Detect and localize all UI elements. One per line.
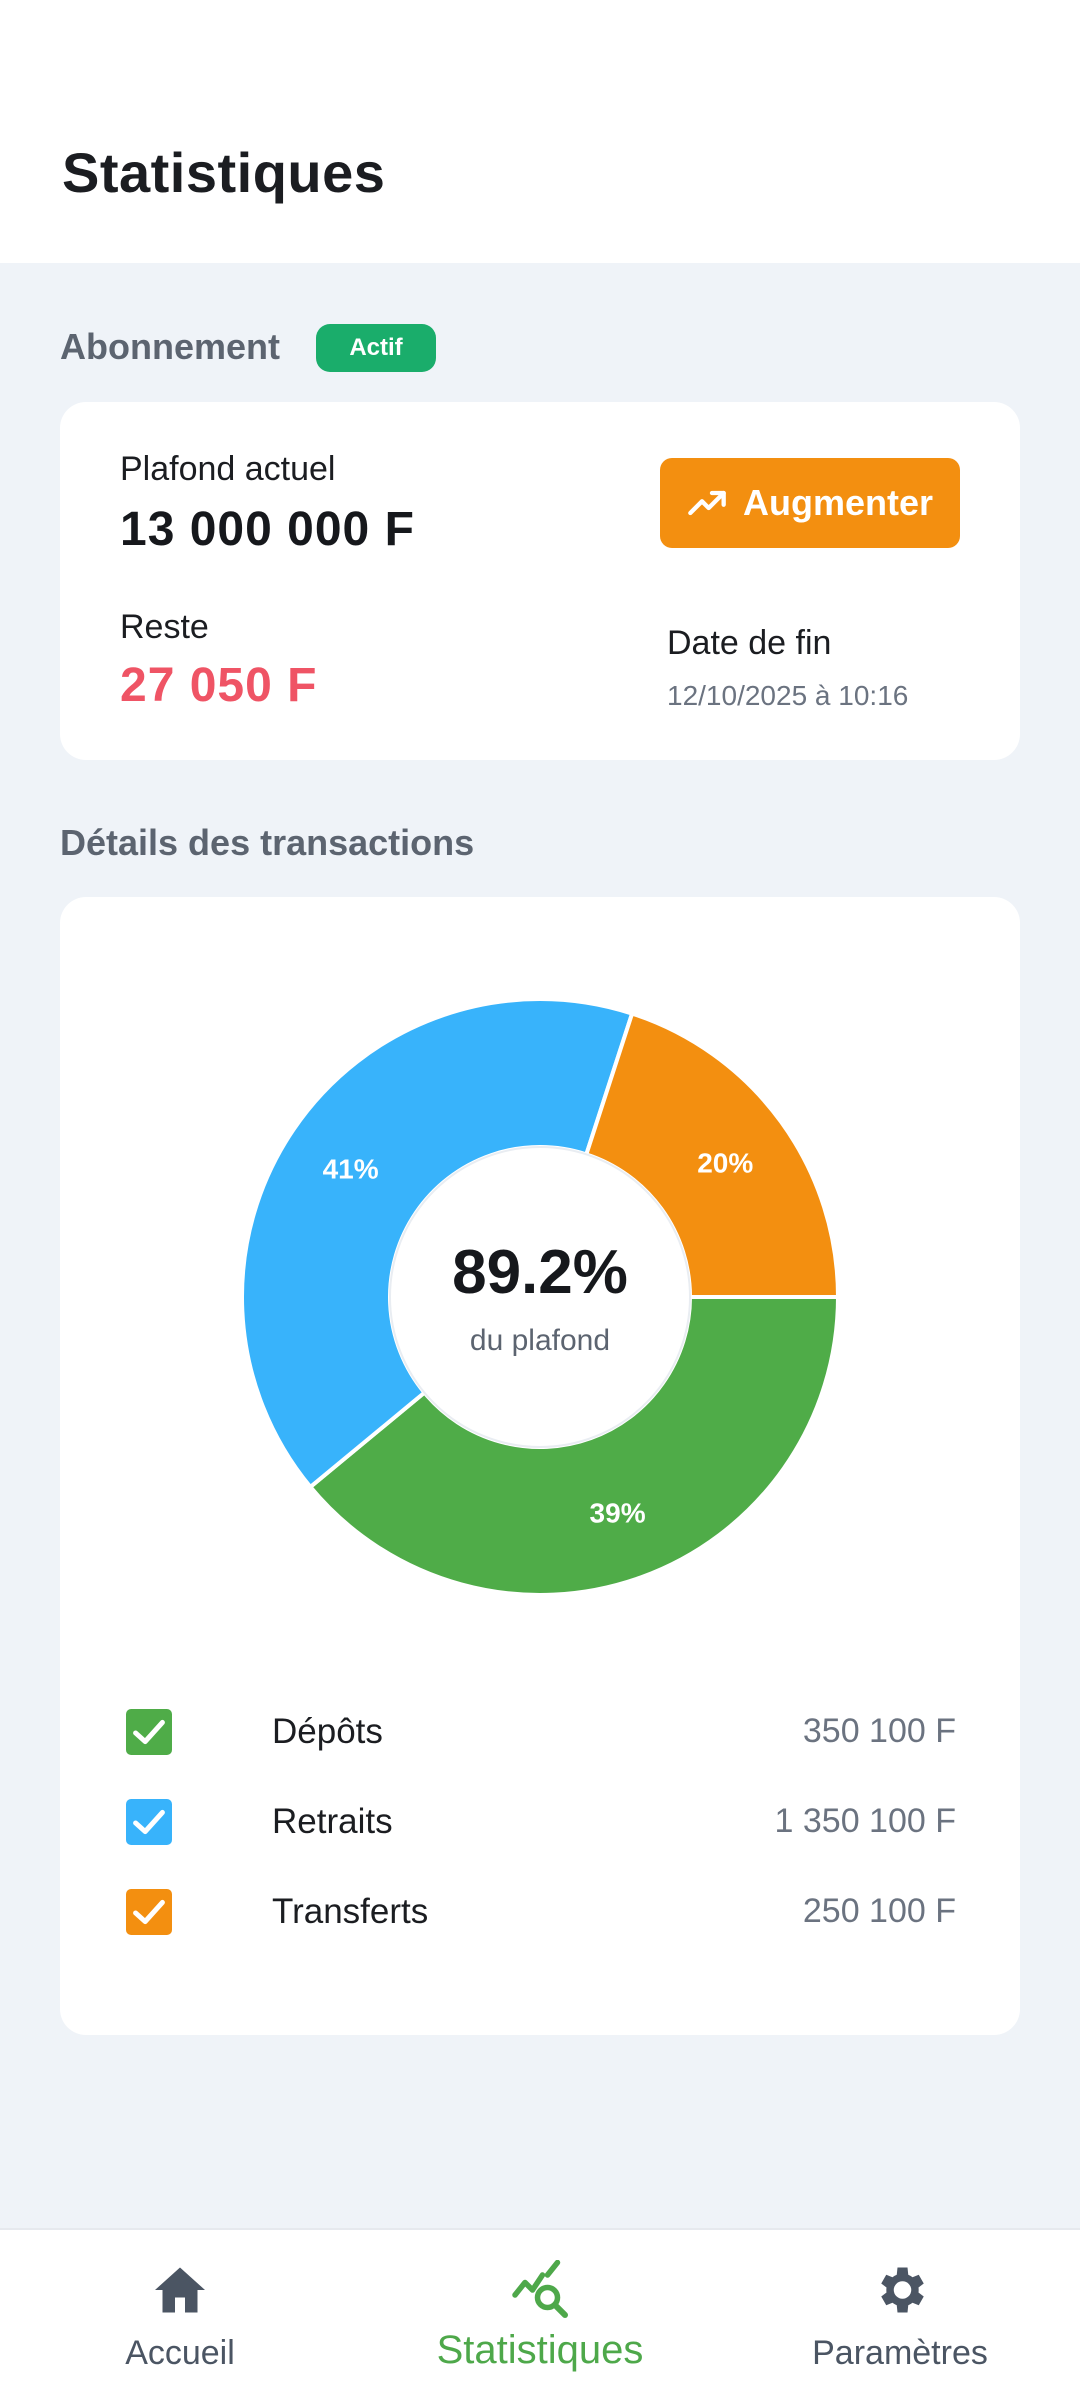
legend-item-depots[interactable]: Dépôts 350 100 F bbox=[126, 1702, 956, 1762]
nav-item-parametres[interactable]: Paramètres bbox=[720, 2230, 1080, 2402]
subscription-section-title: Abonnement bbox=[60, 326, 280, 367]
donut-slice-label: 20% bbox=[697, 1147, 753, 1178]
legend-label: Retraits bbox=[272, 1802, 393, 1841]
remaining-value: 27 050 F bbox=[120, 659, 318, 712]
transactions-card: 39% 41% 20% 89.2% du plafond Dépôts 350 10… bbox=[60, 897, 1020, 2035]
home-icon bbox=[155, 2267, 205, 2313]
increase-button-label: Augmenter bbox=[742, 482, 934, 523]
donut-center-label: du plafond bbox=[470, 1324, 610, 1357]
legend-label: Dépôts bbox=[272, 1712, 383, 1751]
legend-value: 1 350 100 F bbox=[774, 1802, 956, 1840]
legend-label: Transferts bbox=[272, 1892, 429, 1931]
trending-up-icon bbox=[688, 490, 726, 516]
ceiling-value: 13 000 000 F bbox=[120, 503, 415, 556]
legend-checkbox[interactable] bbox=[126, 1889, 172, 1935]
legend-item-retraits[interactable]: Retraits 1 350 100 F bbox=[126, 1792, 956, 1852]
legend-checkbox[interactable] bbox=[126, 1709, 172, 1755]
status-badge: Actif bbox=[316, 324, 436, 372]
app-header: Statistiques bbox=[0, 0, 1080, 263]
transactions-section-title: Détails des transactions bbox=[60, 822, 475, 863]
legend-checkbox[interactable] bbox=[126, 1799, 172, 1845]
check-icon bbox=[133, 1899, 165, 1925]
donut-center-value: 89.2% bbox=[452, 1238, 628, 1307]
donut-slice-label: 41% bbox=[323, 1153, 379, 1184]
donut-chart: 39% 41% 20% 89.2% du plafond bbox=[240, 997, 840, 1597]
legend-value: 350 100 F bbox=[802, 1712, 956, 1750]
end-date-value: 12/10/2025 à 10:16 bbox=[667, 680, 909, 711]
page-title: Statistiques bbox=[62, 141, 386, 204]
remaining-label: Reste bbox=[120, 608, 209, 646]
donut-slice-label: 39% bbox=[590, 1497, 646, 1528]
subscription-card: Plafond actuel 13 000 000 F Augmenter Re… bbox=[60, 402, 1020, 760]
bottom-navigation: Accueil Statistiques Paramètres bbox=[0, 2228, 1080, 2402]
ceiling-label: Plafond actuel bbox=[120, 450, 336, 488]
check-icon bbox=[133, 1719, 165, 1745]
legend-item-transferts[interactable]: Transferts 250 100 F bbox=[126, 1882, 956, 1942]
nav-label: Paramètres bbox=[812, 2334, 988, 2372]
nav-item-statistiques[interactable]: Statistiques bbox=[360, 2230, 720, 2402]
nav-label: Statistiques bbox=[436, 2328, 644, 2372]
increase-button[interactable]: Augmenter bbox=[660, 458, 960, 548]
end-date-label: Date de fin bbox=[667, 624, 832, 662]
stats-search-icon bbox=[512, 2260, 568, 2318]
nav-item-accueil[interactable]: Accueil bbox=[0, 2230, 360, 2402]
nav-label: Accueil bbox=[125, 2334, 235, 2372]
legend-value: 250 100 F bbox=[802, 1892, 956, 1930]
gear-icon bbox=[881, 2267, 924, 2313]
check-icon bbox=[133, 1809, 165, 1835]
